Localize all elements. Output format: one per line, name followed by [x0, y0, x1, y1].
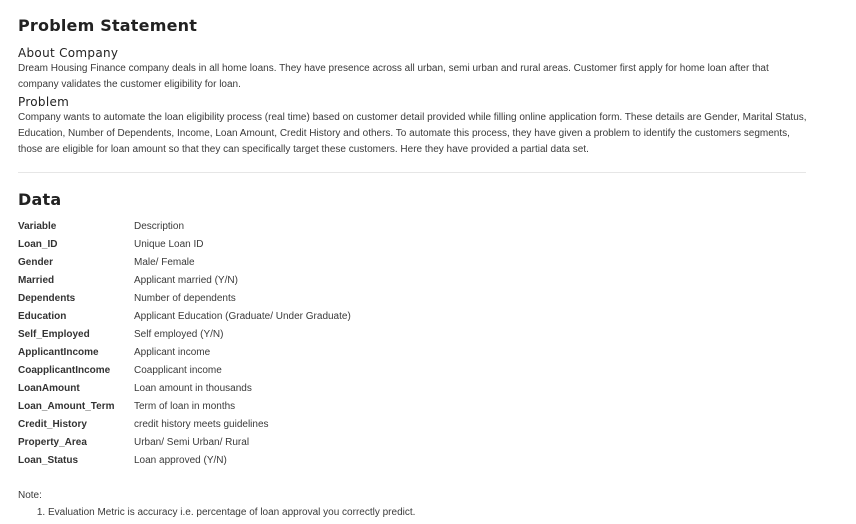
note-list: Evaluation Metric is accuracy i.e. perce…: [18, 505, 415, 521]
variable-name: Self_Employed: [18, 329, 90, 340]
table-row: Dependents Number of dependents: [18, 290, 351, 308]
note-item: Evaluation Metric is accuracy i.e. perce…: [48, 505, 415, 521]
table-row: Married Applicant married (Y/N): [18, 272, 351, 290]
note-label: Note:: [18, 490, 42, 501]
variable-name: Property_Area: [18, 437, 87, 448]
table-row: CoapplicantIncome Coapplicant income: [18, 362, 351, 380]
problem-text: Company wants to automate the loan eligi…: [18, 112, 807, 155]
variable-name: CoapplicantIncome: [18, 365, 111, 376]
header-variable: Variable: [18, 221, 57, 232]
problem-heading: Problem: [18, 95, 70, 109]
problem-statement-title: Problem Statement: [18, 16, 198, 35]
variable-name: Education: [18, 311, 67, 322]
variable-description: Applicant married (Y/N): [134, 275, 238, 286]
table-row: Self_Employed Self employed (Y/N): [18, 326, 351, 344]
variable-name: Loan_Amount_Term: [18, 401, 115, 412]
about-company-heading: About Company: [18, 46, 119, 60]
section-divider: [18, 172, 806, 173]
header-description: Description: [134, 221, 185, 232]
about-company-text: Dream Housing Finance company deals in a…: [18, 63, 769, 90]
table-row: Gender Male/ Female: [18, 254, 351, 272]
table-row: Loan_Status Loan approved (Y/N): [18, 452, 351, 470]
variable-description: Applicant income: [134, 347, 211, 358]
variable-description: Coapplicant income: [134, 365, 222, 376]
table-row: ApplicantIncome Applicant income: [18, 344, 351, 362]
variable-table: Variable Description Loan_ID Unique Loan…: [18, 218, 351, 470]
variable-description: Term of loan in months: [134, 401, 236, 412]
variable-name: Credit_History: [18, 419, 87, 430]
variable-description: Male/ Female: [134, 257, 195, 268]
variable-name: Loan_ID: [18, 239, 58, 250]
table-header-row: Variable Description: [18, 218, 351, 236]
variable-name: LoanAmount: [18, 383, 80, 394]
table-row: Property_Area Urban/ Semi Urban/ Rural: [18, 434, 351, 452]
data-section-title: Data: [18, 190, 62, 209]
variable-name: Married: [18, 275, 55, 286]
table-row: Loan_ID Unique Loan ID: [18, 236, 351, 254]
variable-description: Urban/ Semi Urban/ Rural: [134, 437, 250, 448]
variable-description: Number of dependents: [134, 293, 236, 304]
variable-description: Unique Loan ID: [134, 239, 204, 250]
table-row: Education Applicant Education (Graduate/…: [18, 308, 351, 326]
variable-description: Applicant Education (Graduate/ Under Gra…: [134, 311, 351, 322]
table-row: Credit_History credit history meets guid…: [18, 416, 351, 434]
variable-description: Loan approved (Y/N): [134, 455, 227, 466]
variable-name: Loan_Status: [18, 455, 79, 466]
table-row: LoanAmount Loan amount in thousands: [18, 380, 351, 398]
variable-description: credit history meets guidelines: [134, 419, 269, 430]
variable-description: Loan amount in thousands: [134, 383, 252, 394]
variable-name: ApplicantIncome: [18, 347, 99, 358]
table-row: Loan_Amount_Term Term of loan in months: [18, 398, 351, 416]
variable-description: Self employed (Y/N): [134, 329, 224, 340]
variable-name: Dependents: [18, 293, 76, 304]
variable-name: Gender: [18, 257, 54, 268]
